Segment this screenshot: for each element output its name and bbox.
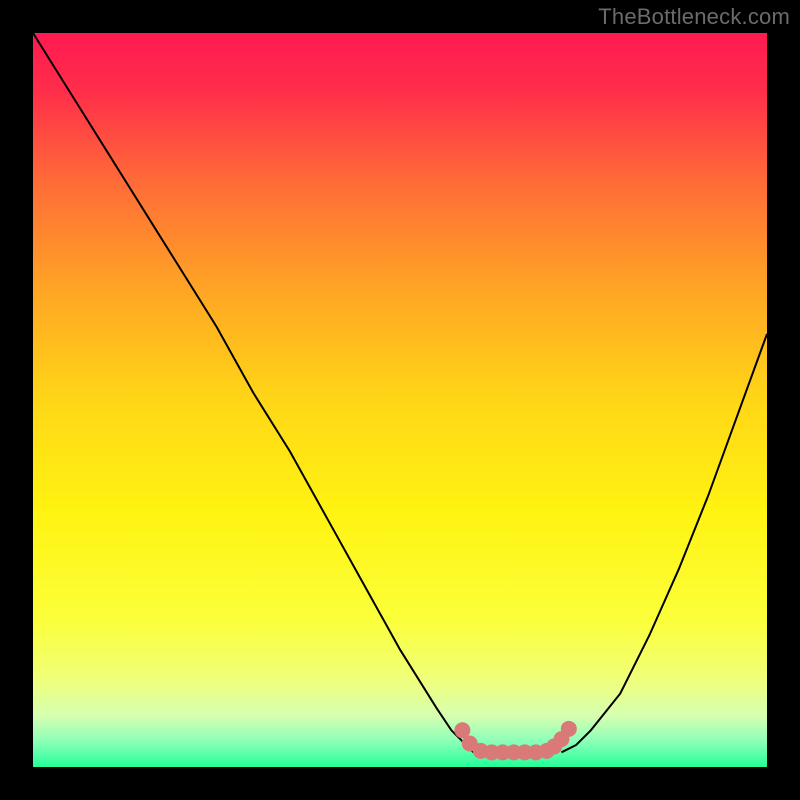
- right-curve: [561, 334, 767, 752]
- left-curve: [33, 33, 473, 752]
- plot-area: [33, 33, 767, 767]
- watermark-text: TheBottleneck.com: [598, 4, 790, 30]
- curve-layer: [33, 33, 767, 767]
- valley-dots: [454, 721, 576, 760]
- valley-dot: [561, 721, 577, 737]
